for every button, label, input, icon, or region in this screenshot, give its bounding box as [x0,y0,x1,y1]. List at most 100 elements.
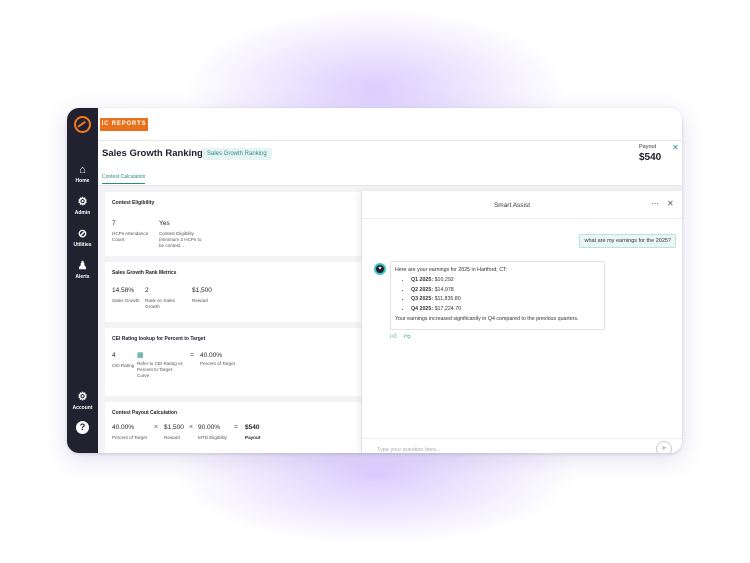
app-badge[interactable]: IC REPORTS [100,118,148,131]
assistant-outro: Your earnings increased significantly in… [395,315,579,322]
equals-sign: = [190,352,195,359]
metric-label: HCPs Attendance Count [112,231,149,242]
panel-header: Smart Assist ⋯ ✕ [362,191,682,219]
metric-value: $540 [245,424,260,431]
gear-icon: ⚙ [77,391,88,403]
list-item: Q4 2025: $17,224.70 [411,305,600,315]
close-icon[interactable]: ✕ [667,199,674,208]
nav-utilities[interactable]: ⊘ Utilities [67,228,98,248]
metric-value: $1,500 [192,287,212,294]
metric-value: 14.58% [112,287,135,294]
metric-value: $1,500 [164,424,184,431]
metric-cei-curve[interactable]: ▦ Refer to CEI Rating vs Percent to Targ… [137,351,185,379]
nav-account[interactable]: ⚙ Account [67,391,98,411]
tab-contest-calculation[interactable]: Contest Calculation [102,174,146,184]
assistant-avatar-icon: ✦ [374,263,386,275]
send-icon[interactable]: ➤ [656,441,672,453]
item-label: Q2 2025: [411,286,434,293]
card-rank-metrics: Sales Growth Rank Metrics 14.58% Sales G… [105,262,361,322]
nav-home[interactable]: ⌂ Home [67,164,98,184]
nav-alerts[interactable]: ♟ Alerts [67,260,98,280]
metric-hcps-attendance: 7 HCPs Attendance Count [112,220,154,243]
metric-rank: 2 Rank on Sales Growth [145,287,183,310]
metric-payout: $540 Payout [245,424,273,441]
metric-label: Reward [164,435,180,440]
metric-contest-eligibility: Yes Contest Eligibility (minimum 3 HCPs … [159,220,207,249]
divider [362,438,682,439]
metric-value: 2 [145,287,149,294]
metric-label: MTD Eligibility [198,435,228,440]
metric-reward: $1,500 Reward [192,287,232,304]
user-message: what are my earnings for the 2025? [579,234,676,248]
item-label: Q1 2025: [411,276,434,283]
metric-value: 90.00% [198,424,221,431]
multiply-sign: × [154,424,159,431]
card-title: Contest Eligibility [112,200,155,206]
metric-label: Payout [245,435,261,440]
main-area: IC REPORTS Sales Growth Ranking Sales Gr… [98,108,682,453]
card-title: CEI Rating lookup for Percent to Target [112,336,206,342]
chart-icon: ▦ [137,352,144,359]
metric-value: Yes [159,220,170,227]
nav-alerts-label: Alerts [75,274,90,280]
nav-admin[interactable]: ⚙ Admin [67,196,98,216]
card-title: Sales Growth Rank Metrics [112,270,177,276]
nav-admin-label: Admin [74,210,91,216]
multiply-sign: × [189,424,194,431]
item-label: Q4 2025: [411,306,434,313]
assistant-intro: Here are your earnings for 2025 in Hartf… [395,267,508,273]
close-icon[interactable]: ✕ [672,143,679,152]
bell-icon: ♟ [77,260,88,272]
metric-value: 4 [112,352,116,359]
nav-home-label: Home [75,178,90,184]
metric-reward: $1,500 Reward [164,424,192,441]
thumbs-down-icon[interactable]: 👎︎ [404,332,411,340]
more-options-icon[interactable]: ⋯ [651,199,659,208]
nav-account-label: Account [72,405,93,411]
list-item: Q3 2025: $11,835.80 [411,295,600,305]
help-icon[interactable]: ? [76,421,89,434]
card-cei-rating: CEI Rating lookup for Percent to Target … [105,328,361,396]
card-contest-eligibility: Contest Eligibility 7 HCPs Attendance Co… [105,192,361,256]
card-title: Contest Payout Calculation [112,410,178,416]
smart-assist-panel: Smart Assist ⋯ ✕ what are my earnings fo… [361,191,682,453]
metric-mtd-eligibility: 90.00% MTD Eligibility [198,424,236,441]
metric-label: Reward [192,298,208,303]
item-value: $14,978 [434,286,454,293]
earnings-list: Q1 2025: $10,292 Q2 2025: $14,978 Q3 202… [395,276,600,315]
page-title: Sales Growth Ranking [102,148,203,159]
list-item: Q1 2025: $10,292 [411,276,600,286]
metric-value: 40.00% [112,424,135,431]
title-chip: Sales Growth Ranking [202,148,272,160]
question-input[interactable]: Type your question here... [377,447,441,453]
metric-value: 7 [112,220,116,227]
sidebar: ⌂ Home ⚙ Admin ⊘ Utilities ♟ Alerts ⚙ Ac… [67,108,98,453]
list-item: Q2 2025: $14,978 [411,286,600,296]
metric-label: Contest Eligibility (minimum 3 HCPs to b… [159,231,202,248]
item-value: $17,224.70 [434,306,462,313]
metric-value: 40.00% [200,352,223,359]
card-payout-calculation: Contest Payout Calculation 40.00% Percen… [105,402,361,453]
gear-icon: ⚙ [77,196,88,208]
utilities-icon: ⊘ [77,228,88,240]
assistant-message: Here are your earnings for 2025 in Hartf… [390,261,605,330]
app-window: ⌂ Home ⚙ Admin ⊘ Utilities ♟ Alerts ⚙ Ac… [67,108,682,453]
metric-label: Sales Growth [112,298,140,303]
item-value: $11,835.80 [434,296,461,303]
payout-label: Payout [639,144,657,150]
metric-label: Percent of Target [112,435,147,440]
equals-sign: = [234,424,239,431]
panel-title: Smart Assist [493,202,531,209]
item-label: Q3 2025: [411,296,434,303]
thumbs-up-icon[interactable]: 👍︎ [390,332,397,340]
app-logo [74,116,91,133]
metric-percent-of-target: 40.00% Percent of Target [112,424,154,441]
metric-label: Rank on Sales Growth [145,298,175,309]
metric-label: Percent of Target [200,361,235,366]
payout-value: $540 [639,152,662,163]
metric-sales-growth: 14.58% Sales Growth [112,287,144,304]
nav-utilities-label: Utilities [73,242,92,248]
divider [98,140,682,141]
item-value: $10,292 [434,276,454,283]
home-icon: ⌂ [79,164,86,176]
